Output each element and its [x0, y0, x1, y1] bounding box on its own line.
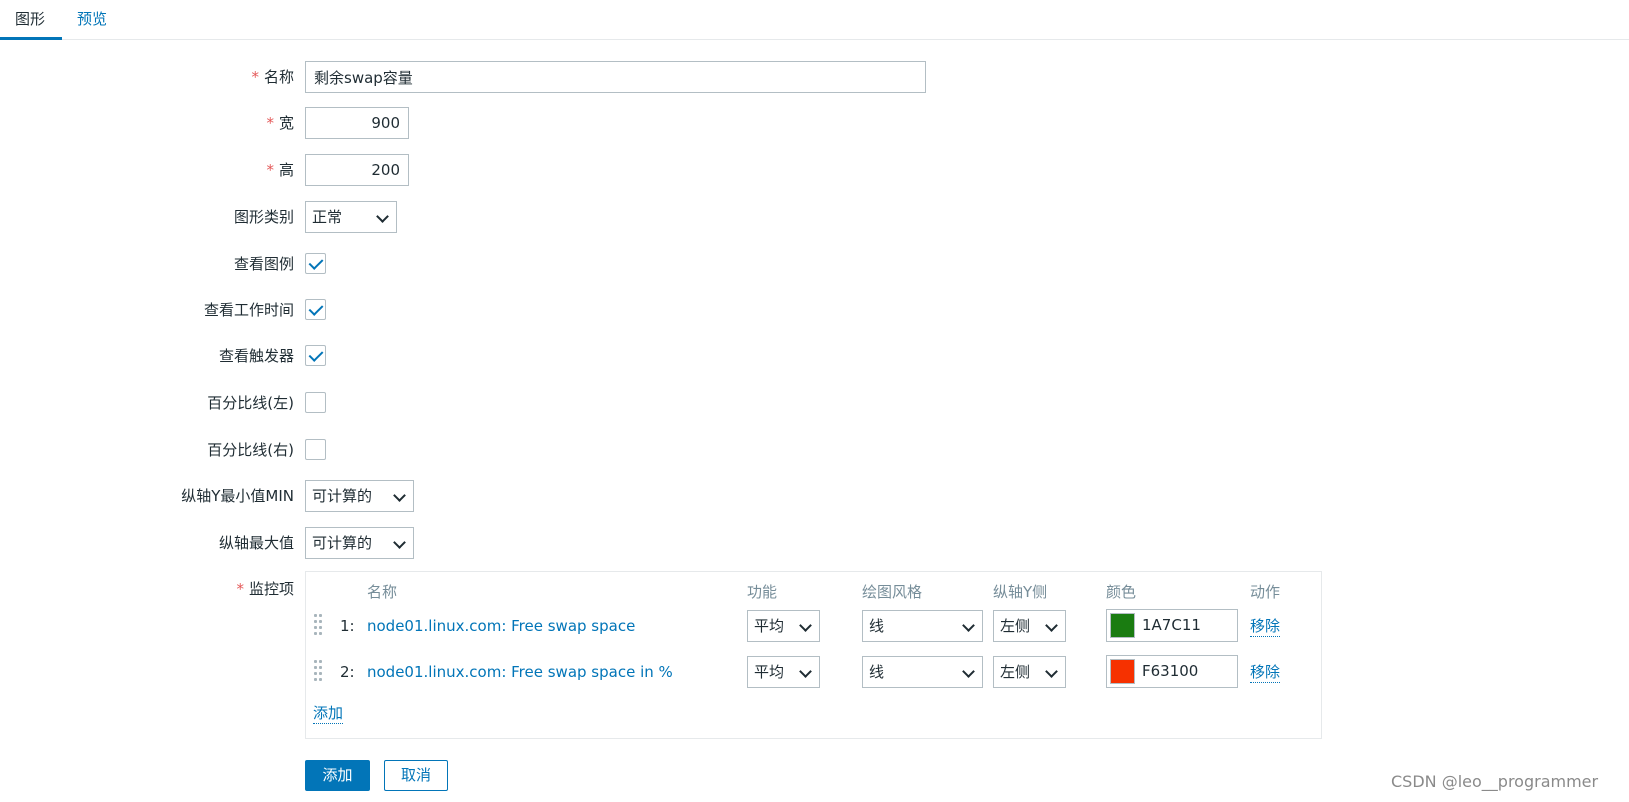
- column-header-y-axis-side: 纵轴Y侧: [993, 583, 1048, 601]
- percentile-left-label: 百分比线(左): [207, 394, 294, 412]
- watermark: CSDN @leo__programmer: [1391, 772, 1599, 791]
- draw-style-select[interactable]: 线: [862, 610, 983, 642]
- chevron-down-icon: [1045, 665, 1058, 678]
- row-number: 2:: [340, 663, 355, 681]
- column-header-action: 动作: [1250, 583, 1281, 601]
- drag-handle-icon[interactable]: [314, 660, 322, 684]
- chevron-down-icon: [962, 665, 975, 678]
- items-label: * 监控项: [236, 580, 294, 598]
- cancel-button[interactable]: 取消: [384, 760, 448, 791]
- graph-type-label: 图形类别: [233, 208, 294, 226]
- color-picker[interactable]: 1A7C11: [1106, 609, 1238, 642]
- required-mark: *: [266, 161, 274, 179]
- column-header-function: 功能: [747, 583, 778, 601]
- y-min-label: 纵轴Y最小值MIN: [181, 487, 294, 505]
- height-input[interactable]: [305, 154, 409, 186]
- show-working-time-checkbox[interactable]: [305, 299, 326, 320]
- percentile-right-label: 百分比线(右): [207, 441, 294, 459]
- column-header-color: 颜色: [1106, 583, 1137, 601]
- add-item-link[interactable]: 添加: [313, 702, 344, 724]
- graph-type-select[interactable]: 正常: [305, 201, 397, 233]
- chevron-down-icon: [799, 619, 812, 632]
- add-button[interactable]: 添加: [305, 760, 370, 791]
- y-axis-side-select[interactable]: 左侧: [993, 656, 1066, 688]
- name-label: * 名称: [251, 68, 294, 86]
- y-max-label: 纵轴最大值: [218, 534, 294, 552]
- tab-graph[interactable]: 图形: [0, 0, 62, 40]
- color-value[interactable]: F63100: [1142, 656, 1198, 687]
- tab-preview[interactable]: 预览: [62, 0, 122, 40]
- chevron-down-icon: [1045, 619, 1058, 632]
- name-input[interactable]: [305, 61, 926, 93]
- chevron-down-icon: [376, 210, 389, 223]
- required-mark: *: [251, 68, 259, 86]
- item-name-link[interactable]: node01.linux.com: Free swap space: [367, 610, 635, 642]
- show-legend-label: 查看图例: [233, 255, 294, 273]
- function-select[interactable]: 平均: [747, 610, 820, 642]
- percentile-right-checkbox[interactable]: [305, 439, 326, 460]
- tab-bar: 图形 预览: [0, 0, 1629, 40]
- color-swatch[interactable]: [1110, 613, 1135, 638]
- required-mark: *: [236, 580, 244, 598]
- y-min-select[interactable]: 可计算的: [305, 480, 414, 512]
- show-triggers-label: 查看触发器: [218, 347, 294, 365]
- chevron-down-icon: [962, 619, 975, 632]
- y-axis-side-select[interactable]: 左侧: [993, 610, 1066, 642]
- color-picker[interactable]: F63100: [1106, 655, 1238, 688]
- color-swatch[interactable]: [1110, 659, 1135, 684]
- show-triggers-checkbox[interactable]: [305, 345, 326, 366]
- function-select[interactable]: 平均: [747, 656, 820, 688]
- row-number: 1:: [340, 617, 355, 635]
- show-legend-checkbox[interactable]: [305, 253, 326, 274]
- width-input[interactable]: [305, 107, 409, 139]
- show-working-time-label: 查看工作时间: [203, 301, 294, 319]
- item-name-link[interactable]: node01.linux.com: Free swap space in %: [367, 656, 673, 688]
- width-label: * 宽: [266, 114, 294, 132]
- draw-style-select[interactable]: 线: [862, 656, 983, 688]
- y-max-select[interactable]: 可计算的: [305, 527, 414, 559]
- chevron-down-icon: [393, 536, 406, 549]
- remove-link[interactable]: 移除: [1250, 615, 1281, 637]
- column-header-name: 名称: [367, 583, 398, 601]
- percentile-left-checkbox[interactable]: [305, 392, 326, 413]
- chevron-down-icon: [393, 489, 406, 502]
- remove-link[interactable]: 移除: [1250, 661, 1281, 683]
- color-value[interactable]: 1A7C11: [1142, 610, 1201, 641]
- required-mark: *: [266, 114, 274, 132]
- drag-handle-icon[interactable]: [314, 614, 322, 638]
- height-label: * 高: [266, 161, 294, 179]
- column-header-draw-style: 绘图风格: [862, 583, 923, 601]
- chevron-down-icon: [799, 665, 812, 678]
